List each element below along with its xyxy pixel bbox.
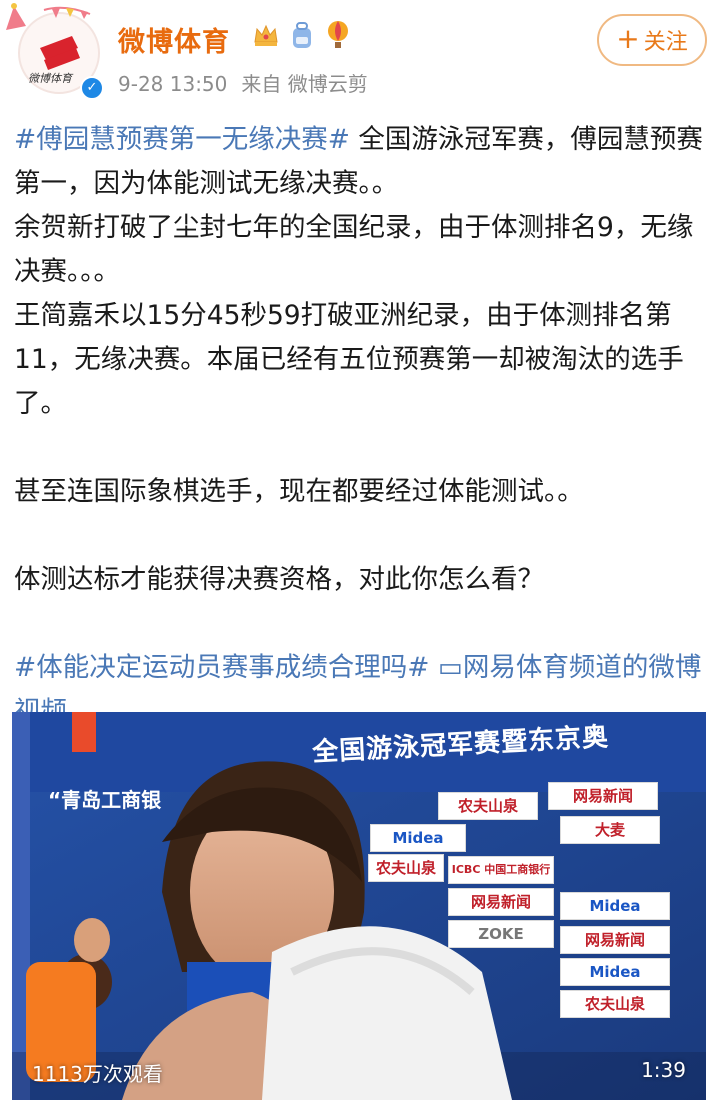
video-bank-text: “青岛工商银 <box>48 788 162 812</box>
sponsor-board: ZOKE <box>448 920 554 948</box>
video-player[interactable]: 全国游泳冠军赛暨东京奥 “青岛工商银 农夫山泉 网易新闻 Midea 大麦 IC… <box>12 712 706 1100</box>
follow-button[interactable]: + 关注 <box>597 14 707 66</box>
balloon-icon <box>328 21 348 48</box>
avatar[interactable]: 微博体育 ✓ <box>6 3 104 100</box>
video-link-icon: ▭ <box>437 652 463 683</box>
post-timestamp: 9-28 13:50 <box>118 72 228 96</box>
user-badges <box>252 20 352 50</box>
post-paragraph-3: 王简嘉禾以15分45秒59打破亚洲纪录，由于体测排名第11，无缘决赛。本届已经有… <box>14 300 684 419</box>
sponsor-board: ICBC 中国工商银行 <box>448 856 554 884</box>
party-decoration-icon <box>6 3 91 30</box>
hashtag-link[interactable]: #傅园慧预赛第一无缘决赛# <box>14 124 350 155</box>
plus-icon: + <box>616 22 640 55</box>
sponsor-board: Midea <box>560 958 670 986</box>
post-paragraph-4: 甚至连国际象棋选手，现在都要经过体能测试。。 <box>14 476 584 507</box>
sponsor-board: 网易新闻 <box>548 782 658 810</box>
post-paragraph-2: 余贺新打破了尘封七年的全国纪录，由于体测排名9，无缘决赛。。。 <box>14 212 694 287</box>
video-duration: 1:39 <box>641 1058 686 1082</box>
sponsor-board: Midea <box>370 824 466 852</box>
post-paragraph-5: 体测达标才能获得决赛资格，对此你怎么看？ <box>14 564 544 595</box>
crown-icon <box>254 24 278 46</box>
follow-label: 关注 <box>643 30 688 55</box>
sponsor-board: 网易新闻 <box>560 926 670 954</box>
sponsor-board: 农夫山泉 <box>368 854 444 882</box>
user-name[interactable]: 微博体育 <box>118 20 230 59</box>
post-paragraph-1: #傅园慧预赛第一无缘决赛# 全国游泳冠军赛，傅园慧预赛第一，因为体能测试无缘决赛… <box>14 118 710 206</box>
sponsor-board: Midea <box>560 892 670 920</box>
sponsor-board: 大麦 <box>560 816 660 844</box>
sponsor-board: 农夫山泉 <box>560 990 670 1018</box>
video-view-count: 1113万次观看 <box>32 1062 163 1086</box>
sponsor-board: 网易新闻 <box>448 888 554 916</box>
post-header: 微博体育 ✓ 微博体育 9-28 13:50 来自 微博云剪 + 关注 <box>0 0 720 108</box>
verified-icon: ✓ <box>80 76 104 100</box>
backpack-icon <box>293 22 311 48</box>
sponsor-board: 农夫山泉 <box>438 792 538 820</box>
post-meta: 9-28 13:50 来自 微博云剪 <box>118 68 368 97</box>
hashtag-link[interactable]: #体能决定运动员赛事成绩合理吗# <box>14 652 429 683</box>
post-text: #傅园慧预赛第一无缘决赛# 全国游泳冠军赛，傅园慧预赛第一，因为体能测试无缘决赛… <box>14 118 710 734</box>
post-source[interactable]: 来自 微博云剪 <box>241 72 367 96</box>
avatar-label: 微博体育 <box>28 72 72 85</box>
